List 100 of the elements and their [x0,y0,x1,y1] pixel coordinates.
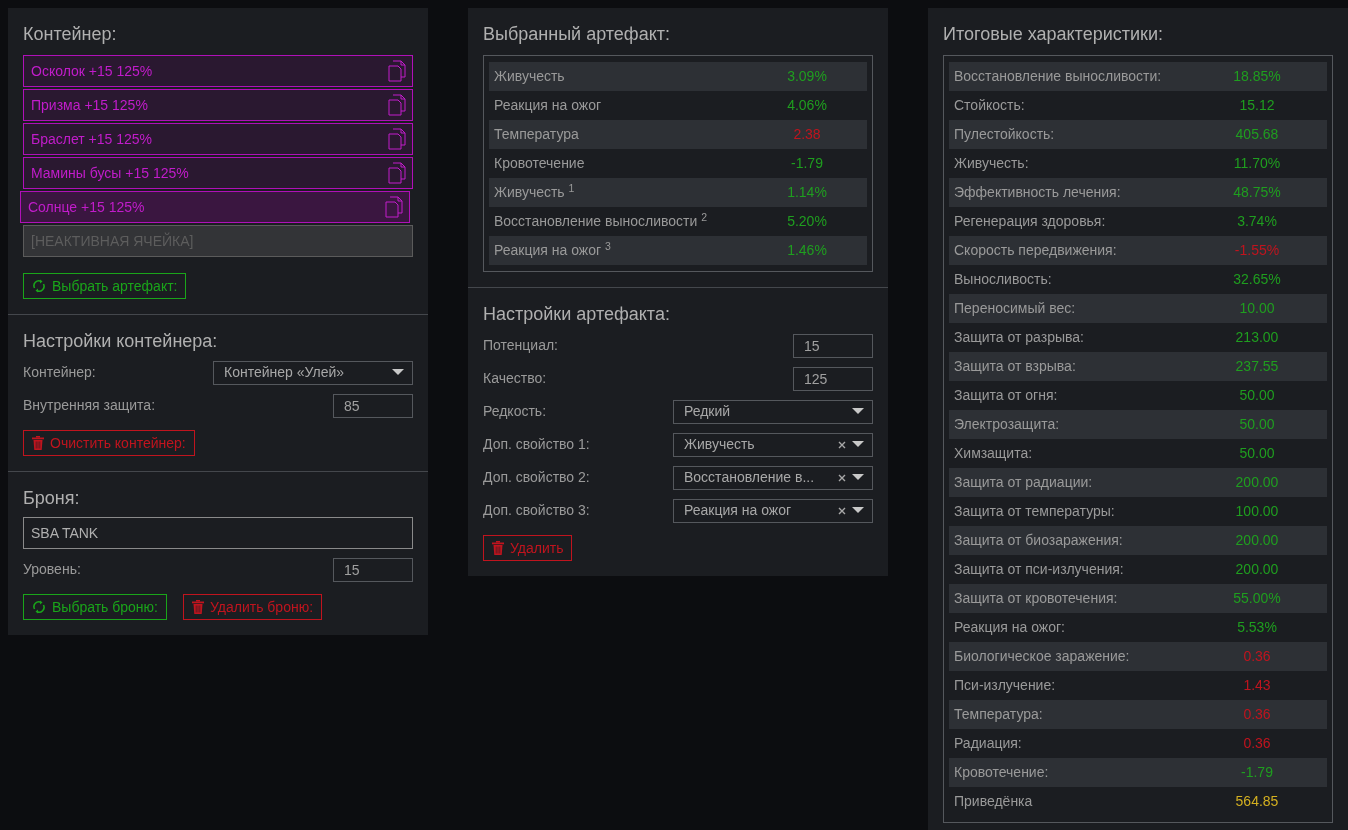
artifact-slot[interactable]: Браслет +15 125% [23,123,413,155]
stat-value: 200.00 [1234,531,1280,550]
number-input[interactable]: 125 [793,366,873,391]
refresh-icon [32,600,46,614]
stat-label: Переносимый вес: [954,299,1076,318]
stat-value: -1.79 [1240,763,1274,782]
stat-label: Радиация: [954,734,1022,753]
stat-label: Эффективность лечения: [954,183,1121,202]
copy-icon [388,94,406,116]
stat-value: 2.38 [792,125,822,144]
select-armor-button[interactable]: Выбрать броню: [23,594,167,620]
caret-icon [852,507,864,514]
stat-value: 1.43 [1242,676,1272,695]
stat-label: Восстановление выносливости: [954,67,1162,86]
section-title: Контейнер: [23,23,118,45]
stat-value: 3.74% [1236,212,1278,231]
copy-icon [385,196,403,218]
stat-label: Скорость передвижения: [954,241,1117,260]
stat-label: Температура: [954,705,1043,724]
stat-label: Живучесть $^{1}$ [494,182,575,202]
copy-icon [388,60,406,82]
stat-label: Восстановление выносливости $^{2}$ [494,211,708,231]
stat-value: 0.36 [1242,705,1272,724]
stat-label: Защита от разрыва: [954,328,1084,347]
stat-label: Защита от радиации: [954,473,1093,492]
section-title: Итоговые характеристики: [943,23,1164,45]
field-label: Доп. свойство 3: [483,501,590,520]
stat-label: Реакция на ожог: [954,618,1065,637]
artifact-slot[interactable]: Призма +15 125% [23,89,413,121]
artifact-slot[interactable]: Осколок +15 125% [23,55,413,87]
stat-value: 11.70% [1232,154,1282,173]
stat-label: Температура [494,125,579,144]
stat-label: Приведёнка [954,792,1033,811]
refresh-icon [32,279,46,293]
stat-label: Живучесть [494,67,565,86]
field-label: Внутренняя защита: [23,396,156,415]
stat-value: 10.00 [1238,299,1276,318]
number-input[interactable]: 15 [333,557,413,582]
caret-icon [392,369,404,376]
select-field[interactable]: Реакция на ожог [673,498,873,523]
stat-value: 213.00 [1234,328,1280,347]
armor-name-field[interactable]: SBA TANK [23,517,413,549]
stat-value: 200.00 [1234,560,1280,579]
stat-value: 0.36 [1242,734,1272,753]
stat-value: -1.79 [790,154,824,173]
section-title: Броня: [23,487,81,509]
select-field[interactable]: Живучесть [673,432,873,457]
stat-value: 5.20% [786,212,828,231]
field-label: Качество: [483,369,547,388]
stat-value: 100.00 [1234,502,1280,521]
stat-value: 50.00 [1238,444,1276,463]
stat-label: Регенерация здоровья: [954,212,1106,231]
trash-icon [32,436,44,450]
stat-value: 50.00 [1238,415,1276,434]
stat-label: Защита от огня: [954,386,1058,405]
stat-value: 0.36 [1242,647,1272,666]
stat-value: 200.00 [1234,473,1280,492]
stat-label: Электрозащита: [954,415,1060,434]
stat-value: 1.14% [786,183,828,202]
trash-icon [192,600,204,614]
select-field[interactable]: Контейнер «Улей» [213,360,413,385]
stat-value: 15.12 [1238,96,1276,115]
stat-value: 5.53% [1236,618,1278,637]
stat-label: Защита от температуры: [954,502,1115,521]
stat-value: 32.65% [1232,270,1282,289]
copy-icon [388,162,406,184]
stat-value: 405.68 [1234,125,1280,144]
number-input[interactable]: 15 [793,333,873,358]
select-field[interactable]: Редкий [673,399,873,424]
clear-icon [838,506,846,515]
select-artifact-button[interactable]: Выбрать артефакт: [23,273,187,299]
field-label: Контейнер: [23,363,96,382]
stat-label: Пси-излучение: [954,676,1056,695]
section-title: Выбранный артефакт: [483,23,671,45]
caret-icon [852,474,864,481]
stat-value: 564.85 [1234,792,1280,811]
stat-label: Защита от пси-излучения: [954,560,1124,579]
number-input[interactable]: 85 [333,393,413,418]
stat-label: Кровотечение: [954,763,1049,782]
stat-label: Выносливость: [954,270,1052,289]
stat-value: 4.06% [786,96,828,115]
stat-value: -1.55% [1233,241,1281,260]
field-label: Потенциал: [483,336,558,355]
clear-icon [838,473,846,482]
trash-icon [492,541,504,555]
stat-value: 50.00 [1238,386,1276,405]
stat-value: 3.09% [786,67,828,86]
stat-value: 1.46% [786,241,828,260]
select-field[interactable]: Восстановление в... [673,465,873,490]
stat-label: Пулестойкость: [954,125,1055,144]
stat-label: Реакция на ожог [494,96,602,115]
stat-value: 55.00% [1232,589,1282,608]
copy-icon [388,128,406,150]
stat-label: Реакция на ожог $^{3}$ [494,240,611,260]
artifact-slot[interactable]: Мамины бусы +15 125% [23,157,413,189]
section-title: Настройки артефакта: [483,303,671,325]
caret-icon [852,408,864,415]
stat-label: Стойкость: [954,96,1025,115]
stat-label: Защита от взрыва: [954,357,1076,376]
stat-value: 237.55 [1234,357,1280,376]
